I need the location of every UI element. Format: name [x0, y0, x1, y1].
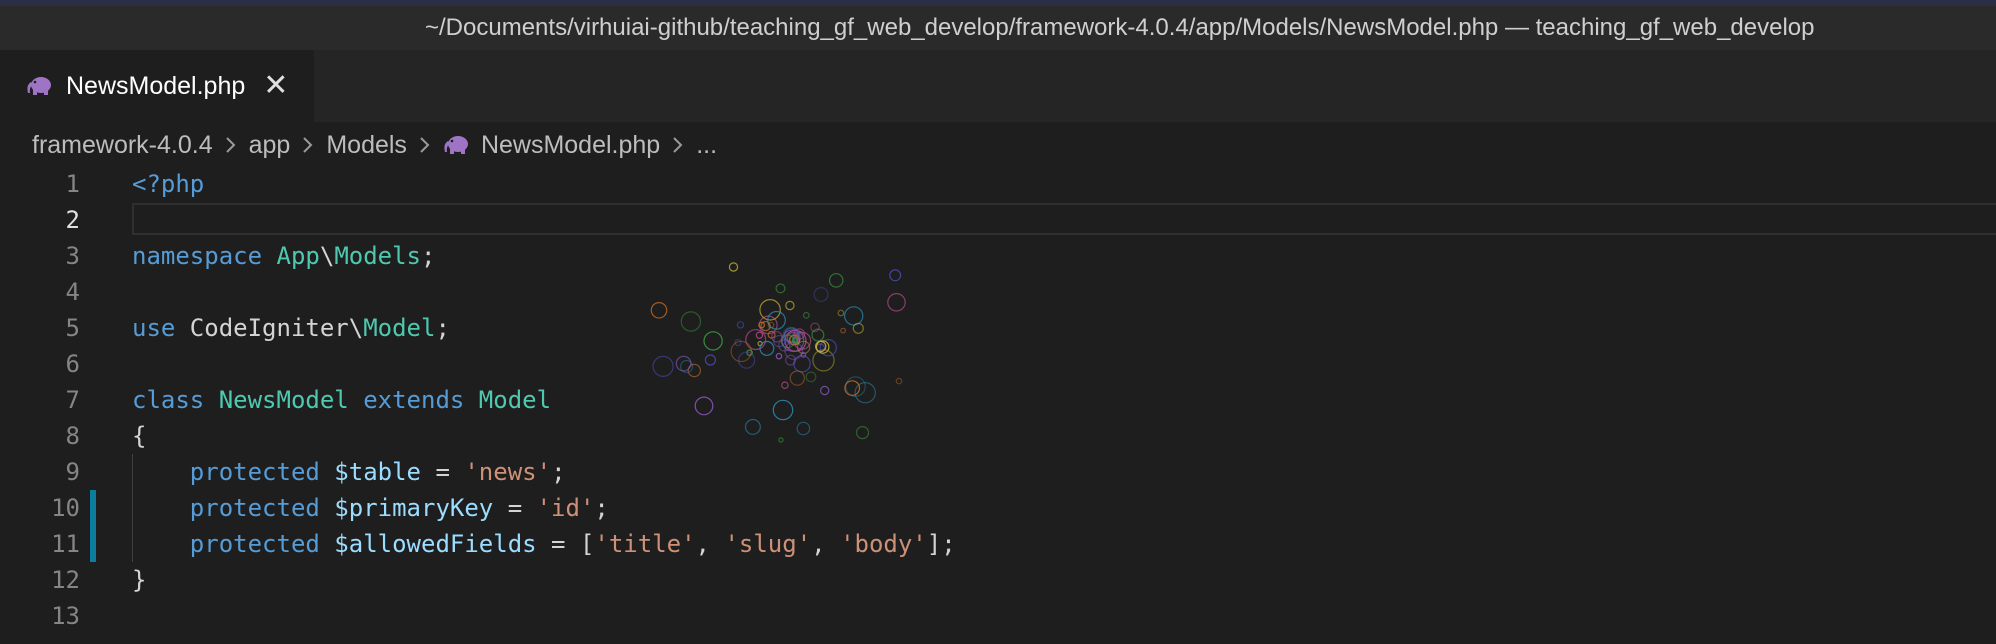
- code-line[interactable]: 7 class NewsModel extends Model: [0, 382, 1996, 418]
- code-line[interactable]: 13: [0, 598, 1996, 634]
- code-token: =: [493, 494, 537, 522]
- window-title: ~/Documents/virhuiai-github/teaching_gf_…: [425, 14, 1815, 41]
- code-token: NewsModel: [218, 386, 349, 414]
- code-line[interactable]: 1 <?php: [0, 166, 1996, 202]
- chevron-right-icon: [302, 135, 314, 155]
- code-token: $allowedFields: [334, 530, 537, 558]
- chevron-right-icon: [419, 135, 431, 155]
- tab-newsmodel-php[interactable]: NewsModel.php ✕: [0, 50, 314, 122]
- line-number: 6: [65, 350, 80, 378]
- code-token: 'title': [594, 530, 696, 558]
- line-code: namespace App\Models;: [132, 238, 435, 274]
- code-token: class: [132, 386, 219, 414]
- line-code: protected $primaryKey = 'id';: [132, 490, 609, 526]
- line-number: 8: [65, 422, 80, 450]
- code-token: ];: [926, 530, 956, 558]
- line-number: 4: [65, 278, 80, 306]
- code-token: = [: [536, 530, 595, 558]
- indent-guide: [132, 454, 133, 562]
- line-number: 1: [65, 170, 80, 198]
- breadcrumb-item-file[interactable]: NewsModel.php: [481, 131, 660, 160]
- modified-line-gutter-marker[interactable]: [90, 490, 96, 526]
- code-token: }: [132, 566, 147, 594]
- line-number: 10: [51, 494, 80, 522]
- code-token: ;: [551, 458, 566, 486]
- code-line[interactable]: 12}: [0, 562, 1996, 598]
- modified-line-gutter-marker[interactable]: [90, 526, 96, 562]
- current-line-highlight: [132, 203, 1996, 235]
- code-token: ;: [421, 242, 436, 270]
- code-token: 'body': [840, 530, 927, 558]
- code-line[interactable]: 11 protected $allowedFields = ['title', …: [0, 526, 1996, 562]
- code-token: {: [132, 422, 147, 450]
- code-token: namespace: [132, 242, 277, 270]
- php-elephant-icon: [26, 76, 52, 96]
- line-code: {: [132, 418, 146, 454]
- code-line[interactable]: 3 namespace App\Models;: [0, 238, 1996, 274]
- code-line[interactable]: 2: [0, 202, 1996, 238]
- line-code: use CodeIgniter\Model;: [132, 310, 450, 346]
- line-code: <?php: [132, 166, 204, 202]
- code-line[interactable]: 8{: [0, 418, 1996, 454]
- code-line[interactable]: 4: [0, 274, 1996, 310]
- line-code: }: [132, 562, 146, 598]
- tab-label: NewsModel.php: [66, 71, 246, 100]
- line-number: 7: [65, 386, 80, 414]
- code-token: Model: [363, 314, 436, 342]
- breadcrumb-item-models[interactable]: Models: [326, 131, 407, 160]
- code-line[interactable]: 9 protected $table = 'news';: [0, 454, 1996, 490]
- line-code: class NewsModel extends Model: [132, 382, 551, 418]
- line-code: protected $table = 'news';: [132, 454, 566, 490]
- breadcrumb: framework-4.0.4 app Models NewsModel.php…: [0, 122, 1996, 168]
- close-icon[interactable]: ✕: [263, 71, 288, 101]
- code-token: ;: [594, 494, 609, 522]
- code-token: =: [421, 458, 465, 486]
- code-token: \: [319, 242, 335, 270]
- window-title-bar: ~/Documents/virhuiai-github/teaching_gf_…: [0, 6, 1996, 50]
- breadcrumb-item-framework[interactable]: framework-4.0.4: [32, 131, 213, 160]
- chevron-right-icon: [672, 135, 684, 155]
- code-token: ;: [435, 314, 450, 342]
- breadcrumb-item-symbols[interactable]: ...: [696, 131, 717, 160]
- code-token: Model: [478, 386, 552, 414]
- line-number: 2: [65, 206, 80, 234]
- code-token: ,: [811, 530, 841, 558]
- breadcrumb-item-app[interactable]: app: [249, 131, 291, 160]
- line-number: 11: [51, 530, 80, 558]
- line-number: 5: [65, 314, 80, 342]
- line-number: 9: [65, 458, 80, 486]
- code-token: use: [132, 314, 190, 342]
- code-token: App: [276, 242, 320, 270]
- code-token: $table: [334, 458, 421, 486]
- code-token: CodeIgniter\: [189, 314, 364, 342]
- line-number: 13: [51, 602, 80, 630]
- chevron-right-icon: [225, 135, 237, 155]
- code-token: protected: [189, 458, 335, 486]
- php-elephant-icon: [443, 135, 469, 155]
- code-token: ,: [695, 530, 725, 558]
- code-line[interactable]: 10 protected $primaryKey = 'id';: [0, 490, 1996, 526]
- code-token: $primaryKey: [334, 494, 494, 522]
- code-token: 'news': [464, 458, 552, 486]
- line-number: 12: [51, 566, 80, 594]
- code-token: extends: [348, 386, 479, 414]
- line-number: 3: [65, 242, 80, 270]
- code-line[interactable]: 5 use CodeIgniter\Model;: [0, 310, 1996, 346]
- code-token: <?php: [132, 170, 205, 198]
- editor-tab-strip: NewsModel.php ✕: [0, 50, 1996, 122]
- code-line[interactable]: 6: [0, 346, 1996, 382]
- code-token: Models: [334, 242, 422, 270]
- code-token: 'id': [536, 494, 595, 522]
- code-token: 'slug': [724, 530, 812, 558]
- code-editor[interactable]: 1 <?php 2 3 namespace App\Models; 4 5 use CodeI…: [0, 166, 1996, 644]
- code-token: protected: [189, 494, 335, 522]
- code-token: protected: [189, 530, 335, 558]
- line-code: protected $allowedFields = ['title', 'sl…: [132, 526, 956, 562]
